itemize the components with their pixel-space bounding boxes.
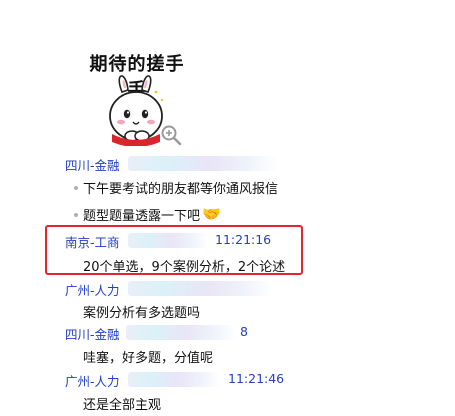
redacted-name-blur <box>128 233 208 248</box>
message-text: 20个单选，9个案例分析，2个论述 <box>83 260 286 275</box>
sender-name[interactable]: 南京-工商 <box>65 232 120 251</box>
redacted-name-blur <box>128 281 273 296</box>
bullet-dot <box>74 213 78 217</box>
sender-name[interactable]: 广州-人力 <box>65 280 120 299</box>
bullet-dot <box>74 186 78 190</box>
message-text: 题型题量透露一下吧 <box>83 209 201 224</box>
message-text: 哇塞，好多题，分值呢 <box>83 351 214 366</box>
message-time: 11:21:46 <box>228 371 285 386</box>
handshake-icon: 🤝 <box>202 205 221 223</box>
redacted-name-blur <box>128 372 220 387</box>
sender-name[interactable]: 广州-人力 <box>65 371 120 390</box>
message-time: 8 <box>240 324 248 339</box>
sender-name[interactable]: 四川-金融 <box>65 155 120 174</box>
redacted-name-blur <box>126 325 236 340</box>
message-text: 还是全部主观 <box>83 398 162 413</box>
message-time: 11:21:16 <box>215 232 272 247</box>
chat-history: 期待的搓手手 四川-金融 下午要考试的朋友都等你通风报信 题型题量透露一下吧 🤝… <box>0 0 455 416</box>
message-text: 下午要考试的朋友都等你通风报信 <box>83 182 279 197</box>
zoom-icon[interactable] <box>160 124 182 146</box>
message-text: 案例分析有多选题吗 <box>83 306 201 321</box>
sender-name[interactable]: 四川-金融 <box>65 324 120 343</box>
redacted-name-blur <box>128 156 278 171</box>
